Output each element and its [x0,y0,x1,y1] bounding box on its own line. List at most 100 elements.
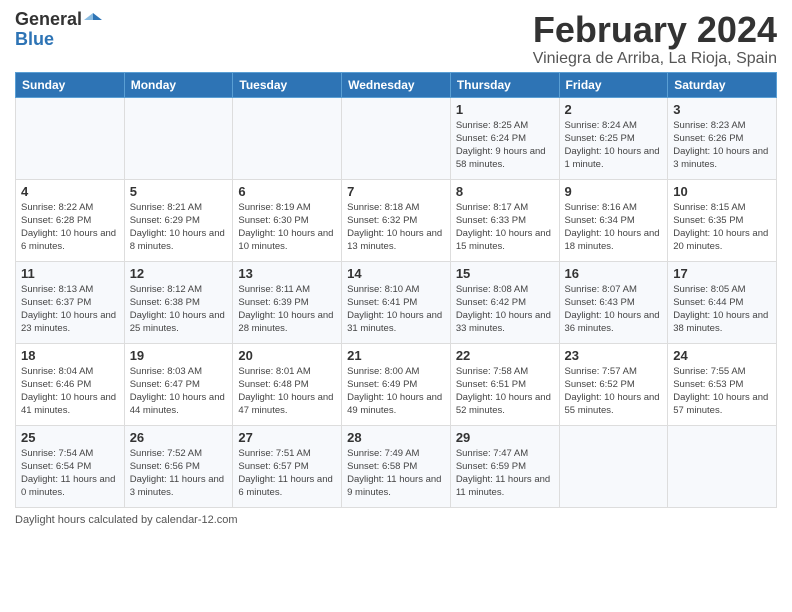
cell-2-5: 8 Sunrise: 8:17 AM Sunset: 6:33 PM Daylig… [450,179,559,261]
cell-3-2: 12 Sunrise: 8:12 AM Sunset: 6:38 PM Dayli… [124,261,233,343]
cell-info: Sunrise: 7:54 AM Sunset: 6:54 PM Dayligh… [21,447,119,500]
cell-2-1: 4 Sunrise: 8:22 AM Sunset: 6:28 PM Daylig… [16,179,125,261]
day-number: 10 [673,184,771,199]
cell-info: Sunrise: 7:57 AM Sunset: 6:52 PM Dayligh… [565,365,663,418]
cell-3-7: 17 Sunrise: 8:05 AM Sunset: 6:44 PM Dayli… [668,261,777,343]
cell-3-6: 16 Sunrise: 8:07 AM Sunset: 6:43 PM Dayli… [559,261,668,343]
day-number: 22 [456,348,554,363]
day-number: 9 [565,184,663,199]
logo-blue: Blue [15,30,54,50]
cell-info: Sunrise: 7:52 AM Sunset: 6:56 PM Dayligh… [130,447,228,500]
week-row-4: 18 Sunrise: 8:04 AM Sunset: 6:46 PM Dayli… [16,343,777,425]
col-header-sunday: Sunday [16,72,125,97]
col-header-thursday: Thursday [450,72,559,97]
cell-info: Sunrise: 8:25 AM Sunset: 6:24 PM Dayligh… [456,119,554,172]
day-number: 18 [21,348,119,363]
day-number: 21 [347,348,445,363]
cell-info: Sunrise: 8:18 AM Sunset: 6:32 PM Dayligh… [347,201,445,254]
cell-5-2: 26 Sunrise: 7:52 AM Sunset: 6:56 PM Dayli… [124,425,233,507]
cell-5-6 [559,425,668,507]
cell-4-6: 23Sunrise: 7:57 AM Sunset: 6:52 PM Dayli… [559,343,668,425]
cell-info: Sunrise: 7:55 AM Sunset: 6:53 PM Dayligh… [673,365,771,418]
cell-info: Sunrise: 8:11 AM Sunset: 6:39 PM Dayligh… [238,283,336,336]
day-number: 3 [673,102,771,117]
cell-4-5: 22Sunrise: 7:58 AM Sunset: 6:51 PM Dayli… [450,343,559,425]
cell-info: Sunrise: 8:04 AM Sunset: 6:46 PM Dayligh… [21,365,119,418]
day-number: 11 [21,266,119,281]
cell-1-4 [342,97,451,179]
cell-5-4: 28 Sunrise: 7:49 AM Sunset: 6:58 PM Dayli… [342,425,451,507]
cell-info: Sunrise: 7:49 AM Sunset: 6:58 PM Dayligh… [347,447,445,500]
footer: Daylight hours calculated by calendar-12… [15,514,777,526]
header-row: SundayMondayTuesdayWednesdayThursdayFrid… [16,72,777,97]
cell-1-5: 1 Sunrise: 8:25 AM Sunset: 6:24 PM Daylig… [450,97,559,179]
day-number: 26 [130,430,228,445]
cell-info: Sunrise: 8:05 AM Sunset: 6:44 PM Dayligh… [673,283,771,336]
footer-info: calculated by calendar-12.com [88,514,237,526]
header: General Blue February 2024 Viniegra de A… [15,10,777,68]
logo-container: General Blue [15,10,102,50]
col-header-saturday: Saturday [668,72,777,97]
cell-1-3 [233,97,342,179]
subtitle: Viniegra de Arriba, La Rioja, Spain [533,50,777,68]
cell-3-5: 15 Sunrise: 8:08 AM Sunset: 6:42 PM Dayli… [450,261,559,343]
cell-5-7 [668,425,777,507]
cell-info: Sunrise: 8:08 AM Sunset: 6:42 PM Dayligh… [456,283,554,336]
title-block: February 2024 Viniegra de Arriba, La Rio… [533,10,777,68]
cell-5-1: 25 Sunrise: 7:54 AM Sunset: 6:54 PM Dayli… [16,425,125,507]
day-number: 27 [238,430,336,445]
logo-general: General [15,10,82,30]
cell-4-1: 18 Sunrise: 8:04 AM Sunset: 6:46 PM Dayli… [16,343,125,425]
week-row-1: 1 Sunrise: 8:25 AM Sunset: 6:24 PM Daylig… [16,97,777,179]
day-number: 28 [347,430,445,445]
page: General Blue February 2024 Viniegra de A… [0,0,792,536]
day-number: 15 [456,266,554,281]
cell-1-7: 3Sunrise: 8:23 AM Sunset: 6:26 PM Daylig… [668,97,777,179]
day-number: 14 [347,266,445,281]
main-title: February 2024 [533,10,777,50]
cell-info: Sunrise: 8:03 AM Sunset: 6:47 PM Dayligh… [130,365,228,418]
cell-2-2: 5 Sunrise: 8:21 AM Sunset: 6:29 PM Daylig… [124,179,233,261]
cell-5-3: 27 Sunrise: 7:51 AM Sunset: 6:57 PM Dayli… [233,425,342,507]
cell-4-4: 21 Sunrise: 8:00 AM Sunset: 6:49 PM Dayli… [342,343,451,425]
cell-4-7: 24 Sunrise: 7:55 AM Sunset: 6:53 PM Dayli… [668,343,777,425]
cell-info: Sunrise: 8:16 AM Sunset: 6:34 PM Dayligh… [565,201,663,254]
day-number: 29 [456,430,554,445]
cell-info: Sunrise: 8:24 AM Sunset: 6:25 PM Dayligh… [565,119,663,172]
cell-info: Sunrise: 8:15 AM Sunset: 6:35 PM Dayligh… [673,201,771,254]
col-header-tuesday: Tuesday [233,72,342,97]
col-header-monday: Monday [124,72,233,97]
day-number: 25 [21,430,119,445]
day-number: 1 [456,102,554,117]
cell-info: Sunrise: 8:17 AM Sunset: 6:33 PM Dayligh… [456,201,554,254]
day-number: 19 [130,348,228,363]
day-number: 12 [130,266,228,281]
day-number: 5 [130,184,228,199]
cell-info: Sunrise: 8:22 AM Sunset: 6:28 PM Dayligh… [21,201,119,254]
day-number: 16 [565,266,663,281]
cell-info: Sunrise: 8:19 AM Sunset: 6:30 PM Dayligh… [238,201,336,254]
day-number: 24 [673,348,771,363]
week-row-2: 4 Sunrise: 8:22 AM Sunset: 6:28 PM Daylig… [16,179,777,261]
cell-info: Sunrise: 8:12 AM Sunset: 6:38 PM Dayligh… [130,283,228,336]
day-number: 8 [456,184,554,199]
calendar-table: SundayMondayTuesdayWednesdayThursdayFrid… [15,72,777,508]
day-number: 13 [238,266,336,281]
cell-3-3: 13 Sunrise: 8:11 AM Sunset: 6:39 PM Dayli… [233,261,342,343]
col-header-friday: Friday [559,72,668,97]
cell-info: Sunrise: 8:21 AM Sunset: 6:29 PM Dayligh… [130,201,228,254]
footer-label: Daylight hours [15,514,85,526]
day-number: 17 [673,266,771,281]
day-number: 2 [565,102,663,117]
cell-2-4: 7Sunrise: 8:18 AM Sunset: 6:32 PM Daylig… [342,179,451,261]
cell-info: Sunrise: 8:01 AM Sunset: 6:48 PM Dayligh… [238,365,336,418]
cell-2-6: 9 Sunrise: 8:16 AM Sunset: 6:34 PM Daylig… [559,179,668,261]
cell-info: Sunrise: 8:07 AM Sunset: 6:43 PM Dayligh… [565,283,663,336]
cell-4-2: 19 Sunrise: 8:03 AM Sunset: 6:47 PM Dayli… [124,343,233,425]
cell-info: Sunrise: 7:51 AM Sunset: 6:57 PM Dayligh… [238,447,336,500]
cell-info: Sunrise: 8:00 AM Sunset: 6:49 PM Dayligh… [347,365,445,418]
cell-3-1: 11Sunrise: 8:13 AM Sunset: 6:37 PM Dayli… [16,261,125,343]
week-row-5: 25 Sunrise: 7:54 AM Sunset: 6:54 PM Dayli… [16,425,777,507]
cell-4-3: 20Sunrise: 8:01 AM Sunset: 6:48 PM Dayli… [233,343,342,425]
day-number: 4 [21,184,119,199]
